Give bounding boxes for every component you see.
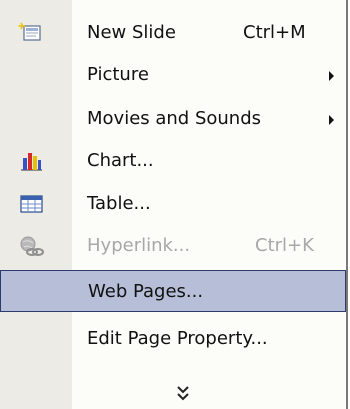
menu-item-label: Table... <box>87 193 151 214</box>
menu-item-label: Web Pages... <box>88 281 204 302</box>
table-icon <box>18 192 44 216</box>
menu-item-edit-page-property[interactable]: Edit Page Property... <box>0 318 346 360</box>
double-chevron-down-icon <box>176 384 190 402</box>
menu-item-movies-and-sounds[interactable]: Movies and Sounds <box>0 98 346 140</box>
new-slide-icon <box>18 21 44 45</box>
menu-item-label: Picture <box>87 64 149 85</box>
menu-item-table[interactable]: Table... <box>0 183 346 225</box>
menu-item-shortcut: Ctrl+M <box>243 22 306 43</box>
menu-item-hyperlink[interactable]: Hyperlink... Ctrl+K <box>0 225 346 267</box>
insert-menu: New Slide Ctrl+M Picture Movies and Soun… <box>0 0 348 409</box>
menu-item-label: New Slide <box>87 22 176 43</box>
menu-item-label: Chart... <box>87 150 154 171</box>
menu-item-label: Movies and Sounds <box>87 108 262 129</box>
menu-item-new-slide[interactable]: New Slide Ctrl+M <box>0 12 346 54</box>
menu-expand-button[interactable] <box>0 380 346 406</box>
menu-item-chart[interactable]: Chart... <box>0 140 346 182</box>
menu-item-label: Edit Page Property... <box>87 328 268 349</box>
submenu-arrow-icon <box>329 71 334 81</box>
hyperlink-icon <box>18 234 44 258</box>
menu-item-shortcut: Ctrl+K <box>255 235 314 256</box>
menu-item-web-pages[interactable]: Web Pages... <box>0 270 346 312</box>
chart-icon <box>18 149 44 173</box>
submenu-arrow-icon <box>329 115 334 125</box>
menu-item-picture[interactable]: Picture <box>0 54 346 96</box>
menu-item-label: Hyperlink... <box>87 235 191 256</box>
